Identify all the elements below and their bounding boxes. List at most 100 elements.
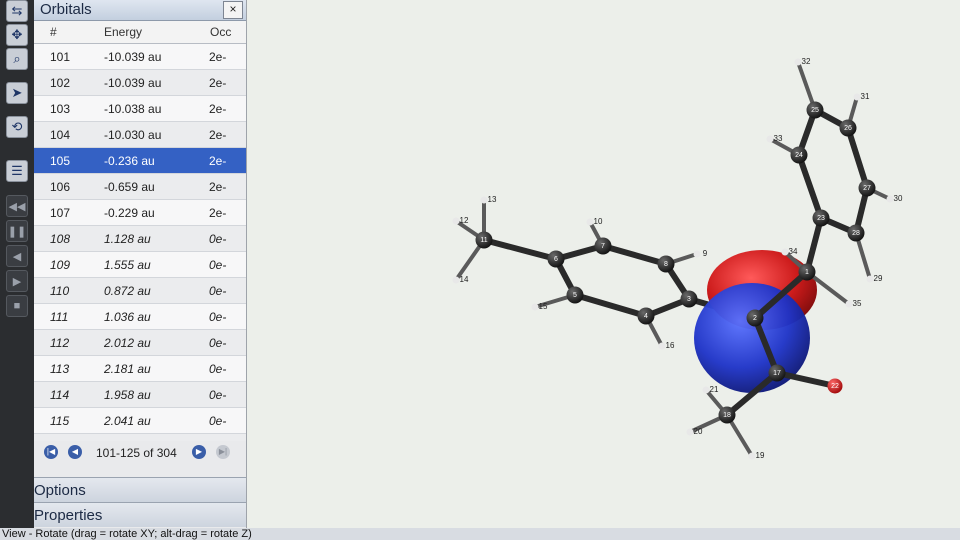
atom-28[interactable]: 28	[847, 224, 865, 242]
atom-18[interactable]: 18	[718, 406, 736, 424]
orbital-table: 101 -10.039 au 2e- 102 -10.039 au 2e- 103 -10.0…	[34, 44, 246, 460]
table-row[interactable]: 111 1.036 au 0e-	[34, 304, 246, 330]
orbital-number: 106	[50, 180, 71, 194]
skip-last-icon[interactable]: ▶|	[216, 445, 230, 459]
atom-6[interactable]: 6	[547, 250, 565, 268]
table-row[interactable]: 110 0.872 au 0e-	[34, 278, 246, 304]
atom-label: 9	[703, 249, 708, 258]
table-row[interactable]: 113 2.181 au 0e-	[34, 356, 246, 382]
atom-5[interactable]: 5	[566, 286, 584, 304]
column-header-occ[interactable]: Occ	[210, 25, 231, 39]
step-back-icon[interactable]: ◀	[6, 245, 28, 267]
orbital-energy: -10.039 au	[104, 76, 162, 90]
atom-2[interactable]: 2	[746, 309, 764, 327]
atom-3[interactable]: 3	[680, 290, 698, 308]
atom-27[interactable]: 27	[858, 179, 876, 197]
atom-15[interactable]: 15	[531, 302, 548, 311]
orbital-occupancy: 2e-	[209, 206, 227, 220]
atom-label: 25	[811, 107, 819, 114]
atom-4[interactable]: 4	[637, 307, 655, 325]
atom-8[interactable]: 8	[657, 255, 675, 273]
orbital-energy: 1.036 au	[104, 310, 151, 324]
hydrogen-atom	[531, 303, 539, 311]
left-toolbar: ⇆ ✥ ⌕ ➤ ⟲ ☰ ◀◀ ❚❚ ◀ ▶ ■	[0, 0, 35, 528]
close-button[interactable]: ×	[223, 1, 243, 19]
stop-icon[interactable]: ■	[6, 295, 28, 317]
table-row[interactable]: 107 -0.229 au 2e-	[34, 200, 246, 226]
table-row[interactable]: 101 -10.039 au 2e-	[34, 44, 246, 70]
orbitals-panel: Orbitals × # Energy Occ 101 -10.039 au 2e-…	[34, 0, 247, 528]
atom-23[interactable]: 23	[812, 209, 830, 227]
bond-26-27	[845, 125, 870, 191]
table-row[interactable]: 108 1.128 au 0e-	[34, 226, 246, 252]
panel-titlebar: Orbitals ×	[34, 0, 246, 21]
zoom-icon[interactable]: ⌕	[6, 48, 28, 70]
orbital-energy: 2.041 au	[104, 414, 151, 428]
table-row[interactable]: 105 -0.236 au 2e-	[34, 148, 246, 174]
atom-13[interactable]: 13	[480, 195, 497, 204]
orbitals-list-icon[interactable]: ☰	[6, 160, 28, 182]
table-row[interactable]: 112 2.012 au 0e-	[34, 330, 246, 356]
pause-icon[interactable]: ❚❚	[6, 220, 28, 242]
bond-7-8	[600, 243, 669, 267]
atom-label: 32	[802, 57, 811, 66]
table-row[interactable]: 104 -10.030 au 2e-	[34, 122, 246, 148]
orbital-occupancy: 0e-	[209, 336, 227, 350]
atom-label: 31	[861, 92, 870, 101]
atom-1[interactable]: 1	[798, 263, 816, 281]
atom-33[interactable]: 33	[766, 134, 783, 143]
column-header-energy[interactable]: Energy	[104, 25, 142, 39]
options-section[interactable]: Options	[34, 477, 246, 502]
rotate-view-icon[interactable]: ⟲	[6, 116, 28, 138]
atom-11[interactable]: 11	[475, 231, 493, 249]
atom-10[interactable]: 10	[586, 217, 603, 226]
orbital-number: 113	[50, 362, 70, 376]
previous-page-icon[interactable]: ◀	[68, 445, 82, 459]
column-header-number[interactable]: #	[50, 25, 57, 39]
molecule-canvas[interactable]: 1234567811171822232425262728910121314151…	[247, 0, 960, 528]
pan-icon[interactable]: ✥	[6, 24, 28, 46]
navigate-icon[interactable]: ⇆	[6, 0, 28, 22]
atom-30[interactable]: 30	[886, 194, 903, 203]
table-row[interactable]: 115 2.041 au 0e-	[34, 408, 246, 434]
table-row[interactable]: 114 1.958 au 0e-	[34, 382, 246, 408]
orbital-energy: 1.555 au	[104, 258, 151, 272]
select-pointer-icon[interactable]: ➤	[6, 82, 28, 104]
orbital-occupancy: 2e-	[209, 102, 227, 116]
table-row[interactable]: 109 1.555 au 0e-	[34, 252, 246, 278]
orbital-energy: 2.012 au	[104, 336, 151, 350]
atom-26[interactable]: 26	[839, 119, 857, 137]
atom-25[interactable]: 25	[806, 101, 824, 119]
skip-first-icon[interactable]: |◀	[44, 445, 58, 459]
atom-17[interactable]: 17	[768, 364, 786, 382]
atom-24[interactable]: 24	[790, 146, 808, 164]
rewind-icon[interactable]: ◀◀	[6, 195, 28, 217]
atom-31[interactable]: 31	[853, 92, 870, 101]
atom-21[interactable]: 21	[702, 385, 719, 394]
atom-label: 33	[774, 134, 783, 143]
orbital-energy: -10.039 au	[104, 50, 162, 64]
step-forward-icon[interactable]: ▶	[6, 270, 28, 292]
atom-label: 13	[488, 195, 497, 204]
table-row[interactable]: 102 -10.039 au 2e-	[34, 70, 246, 96]
atom-label: 17	[773, 370, 781, 377]
atom-9[interactable]: 9	[693, 249, 708, 258]
table-row[interactable]: 103 -10.038 au 2e-	[34, 96, 246, 122]
atom-7[interactable]: 7	[594, 237, 612, 255]
status-bar: View - Rotate (drag = rotate XY; alt-dra…	[0, 528, 960, 540]
atom-32[interactable]: 32	[794, 57, 811, 66]
molecule-viewport[interactable]: 1 2 3 4 5 6 7 8 11 17 18 22 23 24 25 26 27 28 9 10 12 13 14 15 1…	[247, 0, 960, 528]
atom-35[interactable]: 35	[845, 299, 862, 308]
atom-20[interactable]: 20	[686, 427, 703, 436]
properties-section[interactable]: Properties	[34, 502, 246, 527]
orbital-number: 114	[50, 388, 70, 402]
atom-label: 11	[480, 237, 487, 244]
orbital-number: 101	[50, 50, 71, 64]
atom-14[interactable]: 14	[452, 275, 469, 284]
atom-12[interactable]: 12	[452, 216, 469, 225]
atom-34[interactable]: 34	[781, 247, 798, 256]
orbital-energy: -10.030 au	[104, 128, 162, 142]
table-row[interactable]: 106 -0.659 au 2e-	[34, 174, 246, 200]
atom-22[interactable]: 22	[827, 378, 843, 394]
next-page-icon[interactable]: ▶	[192, 445, 206, 459]
